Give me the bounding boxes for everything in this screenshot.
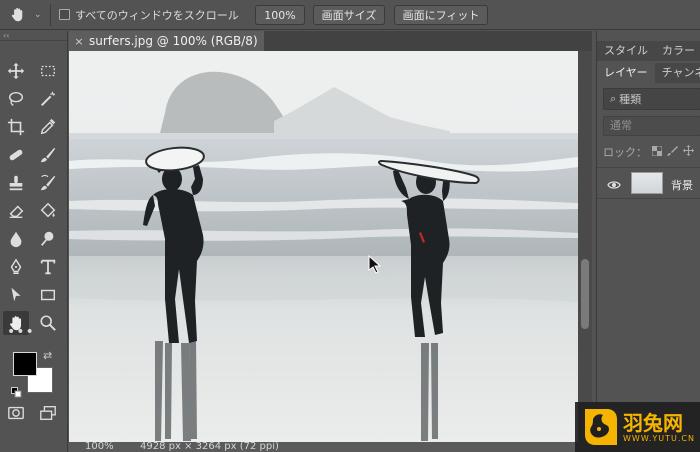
eyedropper-icon[interactable] bbox=[35, 115, 61, 139]
layer-row-background[interactable]: 背景 bbox=[597, 167, 700, 199]
quick-mask-icon[interactable] bbox=[3, 401, 29, 425]
dodge-icon[interactable] bbox=[35, 227, 61, 251]
zoom-icon[interactable] bbox=[35, 311, 61, 335]
watermark-brand: 羽兔网 bbox=[623, 410, 683, 435]
chevron-down-icon[interactable]: ⌄ bbox=[34, 10, 46, 20]
style-color-tabs: スタイル カラー bbox=[597, 41, 700, 61]
close-icon[interactable]: × bbox=[69, 35, 89, 48]
rabbit-logo-icon bbox=[585, 409, 617, 445]
default-colors-icon[interactable] bbox=[11, 383, 22, 398]
collapse-panel-icon[interactable]: ‹‹ bbox=[0, 31, 67, 41]
path-select-icon[interactable] bbox=[3, 283, 29, 307]
right-panel: スタイル カラー レイヤー チャンネル ⌕ 種類 通常 ロック： 背景 bbox=[596, 31, 700, 452]
lock-label: ロック： bbox=[603, 146, 647, 159]
swap-colors-icon[interactable]: ⇄ bbox=[43, 349, 52, 362]
rectangle-icon[interactable] bbox=[35, 283, 61, 307]
fit-screen-size-button[interactable]: 画面サイズ bbox=[313, 5, 385, 25]
layer-thumbnail bbox=[631, 172, 663, 194]
document-tab[interactable]: × surfers.jpg @ 100% (RGB/8) bbox=[69, 31, 264, 51]
screen-mode-icon[interactable] bbox=[35, 401, 61, 425]
scroll-all-windows-label: すべてのウィンドウをスクロール bbox=[75, 8, 239, 22]
history-brush-icon[interactable] bbox=[35, 171, 61, 195]
blur-icon[interactable] bbox=[3, 227, 29, 251]
zoom-100-button[interactable]: 100% bbox=[255, 5, 305, 25]
lock-transparency-icon[interactable] bbox=[651, 145, 663, 159]
lock-image-icon[interactable] bbox=[667, 145, 678, 159]
layer-filter-field[interactable]: ⌕ 種類 bbox=[603, 88, 700, 110]
scroll-all-windows-checkbox[interactable]: すべてのウィンドウをスクロール bbox=[59, 7, 239, 23]
document-tab-label: surfers.jpg @ 100% (RGB/8) bbox=[89, 34, 258, 48]
document-canvas[interactable] bbox=[69, 51, 578, 442]
foreground-color-swatch[interactable] bbox=[13, 352, 37, 376]
marquee-icon[interactable] bbox=[35, 59, 61, 83]
lasso-icon[interactable] bbox=[3, 87, 29, 111]
move-icon[interactable] bbox=[3, 59, 29, 83]
layers-channels-tabs: レイヤー チャンネル bbox=[597, 63, 700, 83]
divider bbox=[50, 3, 51, 26]
pen-icon[interactable] bbox=[3, 255, 29, 279]
eraser-icon[interactable] bbox=[3, 199, 29, 223]
more-tools-icon[interactable]: ••• bbox=[7, 324, 35, 340]
lock-position-icon[interactable] bbox=[683, 145, 694, 159]
tools-panel: ‹‹ ••• ⇄ bbox=[0, 31, 68, 452]
blend-mode-select[interactable]: 通常 bbox=[603, 116, 700, 136]
tab-color[interactable]: カラー bbox=[655, 41, 700, 61]
magic-wand-icon[interactable] bbox=[35, 87, 61, 111]
scrollbar-thumb[interactable] bbox=[581, 259, 589, 329]
status-bar: 100% 4928 px × 3264 px (72 ppi) bbox=[69, 442, 592, 452]
vertical-scrollbar[interactable] bbox=[578, 51, 592, 442]
crop-icon[interactable] bbox=[3, 115, 29, 139]
watermark-url: WWW.YUTU.CN bbox=[623, 433, 695, 443]
type-icon[interactable] bbox=[35, 255, 61, 279]
tab-channels[interactable]: チャンネル bbox=[655, 63, 700, 83]
lock-row: ロック： bbox=[603, 144, 694, 160]
options-bar: ⌄ すべてのウィンドウをスクロール 100% 画面サイズ 画面にフィット bbox=[0, 0, 700, 30]
layer-filter-label: 種類 bbox=[619, 93, 642, 106]
status-document-info: 4928 px × 3264 px (72 ppi) bbox=[140, 442, 279, 452]
healing-icon[interactable] bbox=[3, 143, 29, 167]
beach-photo bbox=[69, 51, 578, 442]
layer-name: 背景 bbox=[671, 179, 693, 192]
stamp-icon[interactable] bbox=[3, 171, 29, 195]
paint-bucket-icon[interactable] bbox=[35, 199, 61, 223]
document-tab-bar: × surfers.jpg @ 100% (RGB/8) bbox=[69, 31, 592, 51]
tab-layers[interactable]: レイヤー bbox=[597, 63, 655, 83]
tab-styles[interactable]: スタイル bbox=[597, 41, 655, 61]
search-icon: ⌕ bbox=[610, 92, 617, 105]
eye-icon[interactable] bbox=[607, 177, 621, 191]
brush-icon[interactable] bbox=[35, 143, 61, 167]
status-zoom[interactable]: 100% bbox=[85, 442, 114, 452]
checkbox-box[interactable] bbox=[59, 9, 70, 20]
fit-to-screen-button[interactable]: 画面にフィット bbox=[394, 5, 488, 25]
watermark: 羽兔网 WWW.YUTU.CN bbox=[575, 402, 700, 452]
hand-icon[interactable] bbox=[0, 0, 34, 30]
